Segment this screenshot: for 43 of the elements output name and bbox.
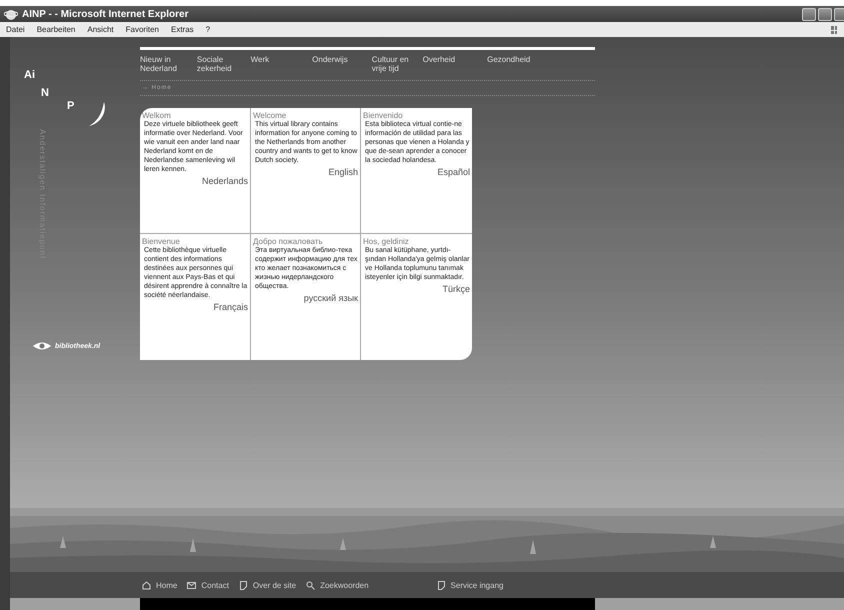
footer-link[interactable]: Contact bbox=[187, 580, 229, 590]
language-link[interactable]: Nederlands bbox=[202, 176, 248, 186]
card-heading: Welcome bbox=[253, 111, 288, 120]
language-link[interactable]: Español bbox=[437, 167, 470, 177]
nav-link[interactable]: Werk bbox=[250, 55, 270, 64]
search-icon bbox=[306, 580, 316, 590]
windows-logo-icon bbox=[830, 24, 838, 34]
nav-link[interactable]: Nieuw in Nederland bbox=[140, 55, 177, 73]
footer-link[interactable]: Over de site bbox=[238, 580, 296, 590]
envelope-icon bbox=[187, 580, 196, 590]
logo-letter: N bbox=[41, 87, 49, 99]
home-icon bbox=[142, 580, 151, 590]
nav-link[interactable]: Onderwijs bbox=[312, 55, 348, 64]
menu-item[interactable]: Datei bbox=[6, 25, 25, 34]
browser-icon bbox=[4, 8, 18, 20]
language-link[interactable]: Türkçe bbox=[442, 284, 470, 294]
menu-item[interactable]: Extras bbox=[170, 25, 194, 34]
card-heading: Welkom bbox=[142, 111, 172, 120]
page-icon bbox=[238, 580, 248, 590]
menu-item[interactable]: ? bbox=[206, 25, 210, 34]
menu-item[interactable]: Ansicht bbox=[87, 25, 114, 34]
menu-item[interactable]: Bearbeiten bbox=[36, 25, 76, 34]
logo-letter: P bbox=[67, 100, 74, 112]
language-link[interactable]: Français bbox=[213, 302, 248, 312]
nav-link[interactable]: Sociale zekerheid bbox=[196, 55, 232, 73]
swoosh-icon bbox=[88, 101, 108, 127]
footer-link[interactable]: Service ingang bbox=[436, 580, 504, 590]
card-heading: Bienvenue bbox=[142, 237, 181, 246]
language-link[interactable]: English bbox=[328, 167, 358, 177]
footer-link[interactable]: Zoekwoorden bbox=[306, 580, 369, 590]
language-link[interactable]: русский язык bbox=[304, 293, 358, 303]
menu-item[interactable]: Favoriten bbox=[126, 25, 159, 34]
window-title: AINP - - Microsoft Internet Explorer bbox=[22, 8, 189, 20]
card-heading: Добро пожаловать bbox=[253, 237, 324, 246]
nav-link[interactable]: Overheid bbox=[422, 55, 456, 64]
nav-link[interactable]: Gezondheid bbox=[487, 55, 530, 64]
card-heading: Bienvenido bbox=[363, 111, 404, 120]
logo-letter: Ai bbox=[24, 69, 35, 81]
eye-icon bbox=[32, 341, 52, 351]
footer-link[interactable]: Home bbox=[142, 580, 178, 590]
nav-link[interactable]: Cultuur en vrije tijd bbox=[372, 55, 409, 73]
card-heading: Hos, geldiniz bbox=[363, 237, 410, 246]
page-icon bbox=[436, 580, 446, 590]
